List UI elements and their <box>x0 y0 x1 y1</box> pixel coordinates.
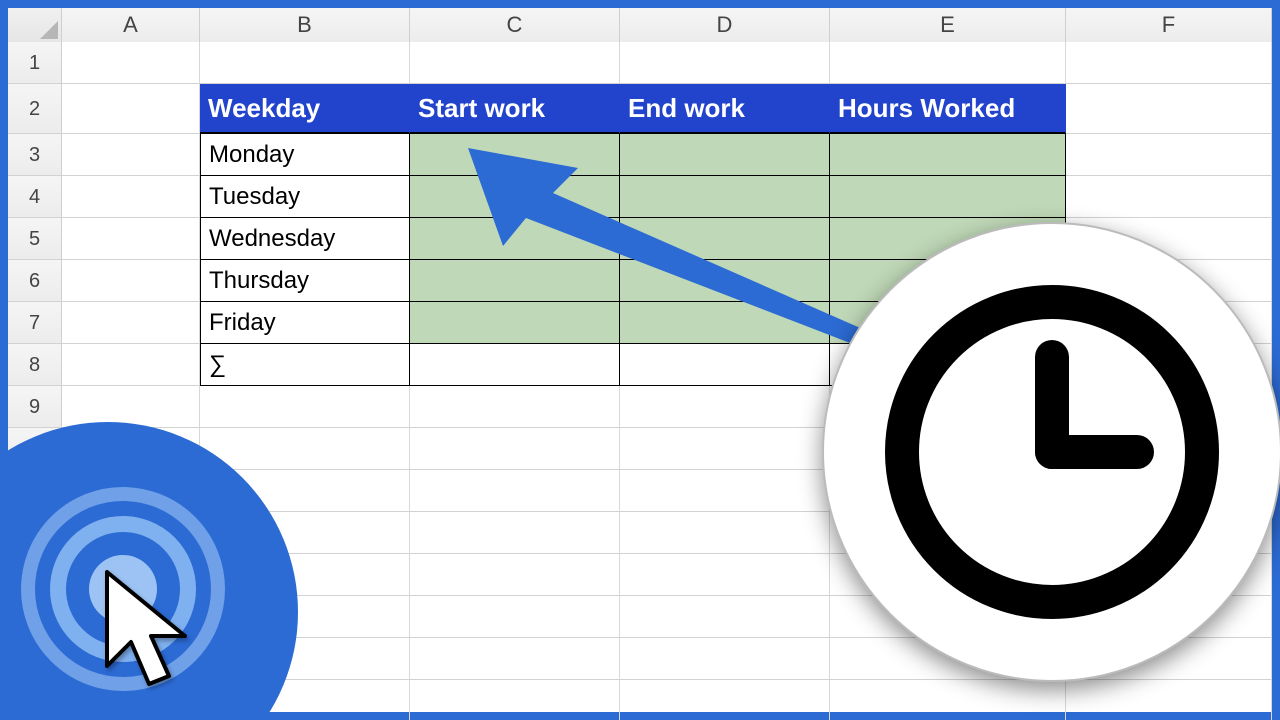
header-hours-worked[interactable]: Hours Worked <box>830 84 1066 134</box>
cell-E1[interactable] <box>830 42 1066 84</box>
cell-sum-start[interactable] <box>410 344 620 386</box>
cell-C1[interactable] <box>410 42 620 84</box>
clock-icon <box>877 277 1227 627</box>
row-header-7[interactable]: 7 <box>8 302 62 343</box>
cell-start-fri[interactable] <box>410 302 620 344</box>
row-3: 3 Monday <box>8 134 1272 176</box>
row-4: 4 Tuesday <box>8 176 1272 218</box>
cell-weekday-wed[interactable]: Wednesday <box>200 218 410 260</box>
column-header-row: A B C D E F <box>8 8 1272 42</box>
cell-A8[interactable] <box>62 344 200 386</box>
row-header-9[interactable]: 9 <box>8 386 62 427</box>
cell-end-mon[interactable] <box>620 134 830 176</box>
cell-start-thu[interactable] <box>410 260 620 302</box>
col-header-B[interactable]: B <box>200 8 410 42</box>
cell-F1[interactable] <box>1066 42 1272 84</box>
cell-F3[interactable] <box>1066 134 1272 176</box>
cell-hours-mon[interactable] <box>830 134 1066 176</box>
ripple-cursor-logo <box>0 422 298 720</box>
header-start-work[interactable]: Start work <box>410 84 620 134</box>
cell-start-tue[interactable] <box>410 176 620 218</box>
clock-badge <box>822 222 1280 682</box>
header-end-work[interactable]: End work <box>620 84 830 134</box>
cell-end-wed[interactable] <box>620 218 830 260</box>
cell-weekday-fri[interactable]: Friday <box>200 302 410 344</box>
cell-hours-tue[interactable] <box>830 176 1066 218</box>
header-weekday[interactable]: Weekday <box>200 84 410 134</box>
select-all-corner[interactable] <box>8 8 62 42</box>
cell-start-mon[interactable] <box>410 134 620 176</box>
spreadsheet-area: A B C D E F 1 2 Weekday Start work End w… <box>8 8 1272 712</box>
row-header-8[interactable]: 8 <box>8 344 62 385</box>
row-1: 1 <box>8 42 1272 84</box>
cell-sum-end[interactable] <box>620 344 830 386</box>
cell-weekday-tue[interactable]: Tuesday <box>200 176 410 218</box>
cell-start-wed[interactable] <box>410 218 620 260</box>
cell-sum-label[interactable]: ∑ <box>200 344 410 386</box>
cell-A4[interactable] <box>62 176 200 218</box>
cell-B1[interactable] <box>200 42 410 84</box>
row-header-3[interactable]: 3 <box>8 134 62 175</box>
cell-A1[interactable] <box>62 42 200 84</box>
col-header-E[interactable]: E <box>830 8 1066 42</box>
cursor-icon <box>99 566 209 696</box>
cell-F2[interactable] <box>1066 84 1272 134</box>
row-header-4[interactable]: 4 <box>8 176 62 217</box>
cell-A3[interactable] <box>62 134 200 176</box>
cell-A5[interactable] <box>62 218 200 260</box>
cell-F4[interactable] <box>1066 176 1272 218</box>
row-2: 2 Weekday Start work End work Hours Work… <box>8 84 1272 134</box>
cell-A2[interactable] <box>62 84 200 134</box>
cell-end-thu[interactable] <box>620 260 830 302</box>
row-header-5[interactable]: 5 <box>8 218 62 259</box>
row-header-6[interactable]: 6 <box>8 260 62 301</box>
cell-C9[interactable] <box>410 386 620 428</box>
col-header-D[interactable]: D <box>620 8 830 42</box>
row-header-1[interactable]: 1 <box>8 42 62 83</box>
col-header-A[interactable]: A <box>62 8 200 42</box>
cell-D1[interactable] <box>620 42 830 84</box>
col-header-C[interactable]: C <box>410 8 620 42</box>
cell-weekday-mon[interactable]: Monday <box>200 134 410 176</box>
col-header-F[interactable]: F <box>1066 8 1272 42</box>
cell-A6[interactable] <box>62 260 200 302</box>
cell-D9[interactable] <box>620 386 830 428</box>
cell-end-tue[interactable] <box>620 176 830 218</box>
cell-weekday-thu[interactable]: Thursday <box>200 260 410 302</box>
row-header-2[interactable]: 2 <box>8 84 62 133</box>
cell-end-fri[interactable] <box>620 302 830 344</box>
cell-A7[interactable] <box>62 302 200 344</box>
